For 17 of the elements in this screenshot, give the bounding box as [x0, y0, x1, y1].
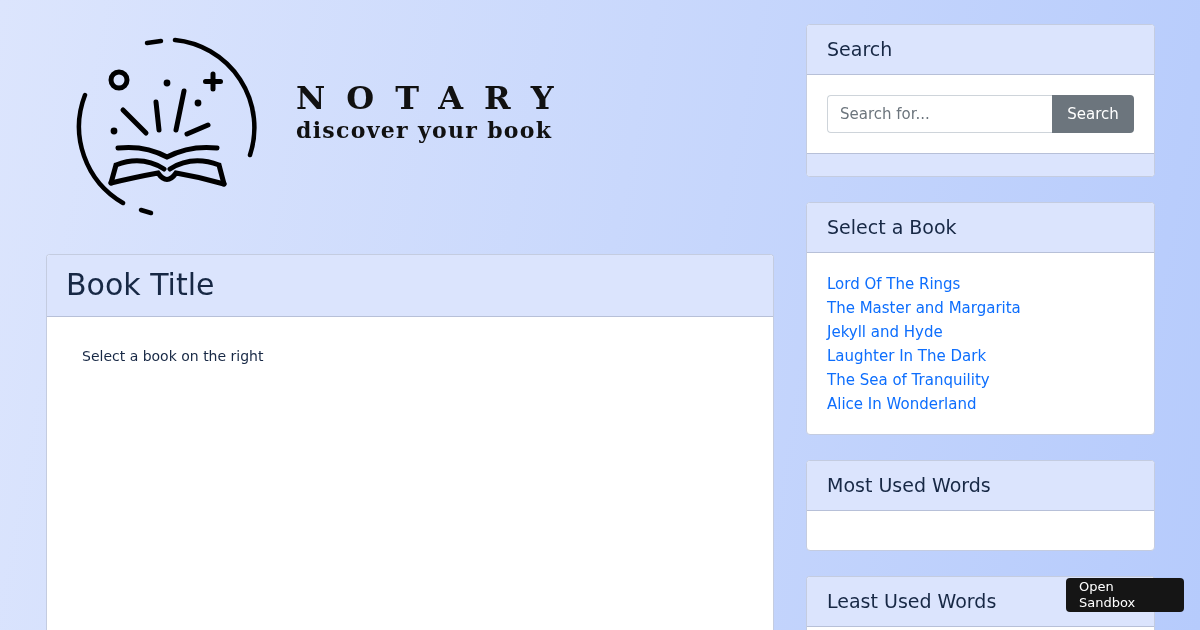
card-heading: Select a Book	[807, 202, 1154, 253]
book-link[interactable]: Lord Of The Rings	[827, 271, 961, 296]
book-title: Book Title	[47, 255, 773, 317]
open-book-logo-icon	[75, 35, 260, 217]
search-button[interactable]: Search	[1052, 95, 1134, 133]
open-sandbox-button[interactable]: Open Sandbox	[1066, 578, 1184, 612]
brand-name: NOTARY	[296, 80, 575, 116]
book-message: Select a book on the right	[82, 347, 264, 366]
book-link[interactable]: The Master and Margarita	[827, 295, 1021, 320]
card-heading: Search	[807, 25, 1154, 75]
brand-tagline: discover your book	[296, 116, 553, 144]
book-link[interactable]: Laughter In The Dark	[827, 343, 987, 368]
book-link[interactable]: The Sea of Tranquility	[827, 367, 990, 392]
book-link[interactable]: Jekyll and Hyde	[827, 319, 943, 344]
book-link[interactable]: Alice In Wonderland	[827, 391, 977, 416]
search-field[interactable]: Search for...	[827, 95, 1052, 133]
card-heading: Most Used Words	[807, 461, 1154, 512]
